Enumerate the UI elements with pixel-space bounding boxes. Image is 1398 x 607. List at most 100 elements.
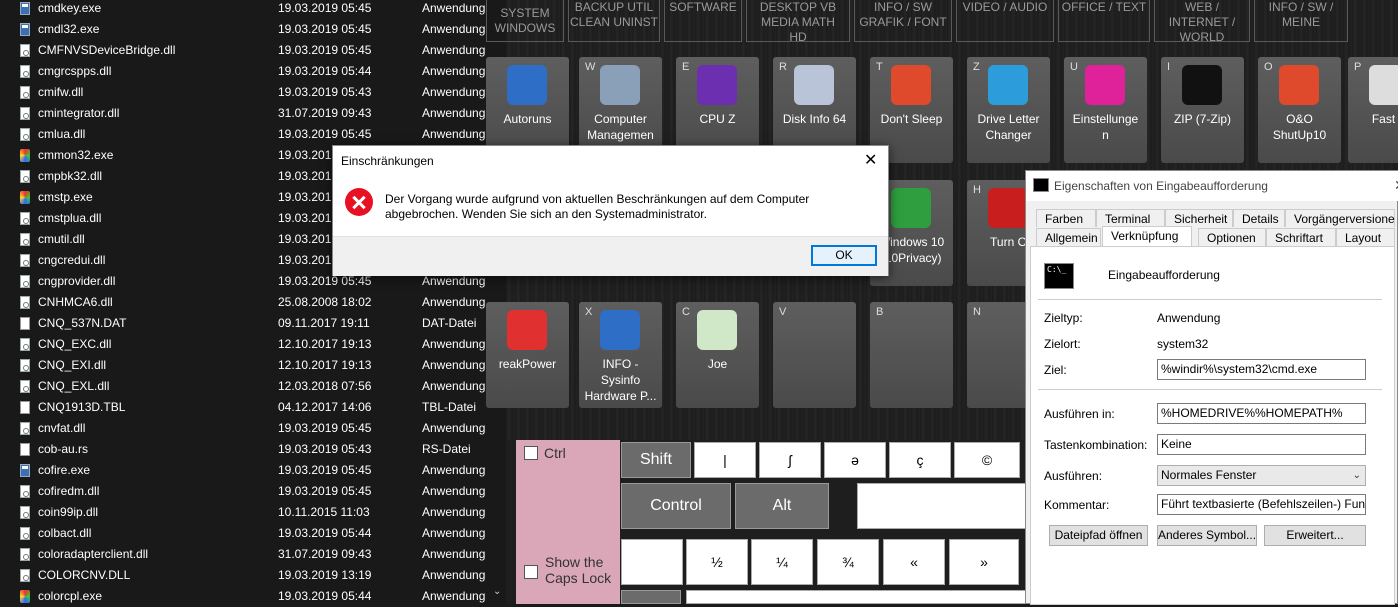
key-row4-1[interactable] bbox=[621, 590, 681, 604]
dll-icon bbox=[20, 170, 30, 183]
key-row1-5[interactable]: © bbox=[954, 442, 1020, 478]
launcher-tile[interactable]: V bbox=[773, 302, 856, 408]
ziel-input[interactable]: %windir%\system32\cmd.exe bbox=[1157, 359, 1366, 380]
zieltyp-value: Anwendung bbox=[1157, 311, 1221, 325]
file-row[interactable]: CMFNVSDeviceBridge.dll 19.03.2019 05:45 An… bbox=[0, 40, 490, 61]
tab-optionen[interactable]: Optionen bbox=[1198, 228, 1266, 246]
file-date: 19.03.2019 05:43 bbox=[278, 85, 372, 99]
file-date: 09.11.2017 19:11 bbox=[278, 316, 370, 330]
dont-sleep-icon bbox=[891, 65, 931, 105]
file-row[interactable]: cmdl32.exe 19.03.2019 05:45 Anwendung bbox=[0, 19, 490, 40]
file-row[interactable]: cmdkey.exe 19.03.2019 05:45 Anwendung bbox=[0, 0, 490, 19]
file-type: Anwendung bbox=[422, 1, 486, 15]
autoruns-icon bbox=[507, 65, 547, 105]
key-row3-1[interactable]: ½ bbox=[686, 539, 748, 585]
tab-vorgaengerversionen[interactable]: Vorgängerversionen bbox=[1285, 209, 1395, 227]
tab-terminal[interactable]: Terminal bbox=[1096, 209, 1165, 227]
file-row[interactable]: coloradapterclient.dll 31.07.2019 09:43 An… bbox=[0, 544, 490, 565]
category-tab[interactable]: INFO / SW / MEINE bbox=[1254, 0, 1348, 42]
file-row[interactable]: COLORCNV.DLL 19.03.2019 13:19 Anwendung bbox=[0, 565, 490, 586]
key-row3-2[interactable]: ¼ bbox=[751, 539, 813, 585]
ausfuehren-in-input[interactable]: %HOMEDRIVE%%HOMEPATH% bbox=[1157, 403, 1366, 424]
file-row[interactable]: cmlua.dll 19.03.2019 05:45 Anwendung bbox=[0, 124, 490, 145]
launcher-tile[interactable]: Z Drive Letter Changer bbox=[967, 57, 1050, 163]
ok-button[interactable]: OK bbox=[811, 245, 877, 266]
dateipfad-oeffnen-button[interactable]: Dateipfad öffnen bbox=[1049, 525, 1148, 546]
file-row[interactable]: CNQ_EXI.dll 12.10.2017 19:13 Anwendung bbox=[0, 355, 490, 376]
file-row[interactable]: cofiredm.dll 19.03.2019 05:45 Anwendung bbox=[0, 481, 490, 502]
key-control[interactable]: Control bbox=[621, 483, 731, 529]
tab-schriftart[interactable]: Schriftart bbox=[1266, 228, 1336, 246]
key-row1-1[interactable]: | bbox=[694, 442, 756, 478]
separator bbox=[1038, 389, 1382, 390]
file-row[interactable]: cmgrcspps.dll 19.03.2019 05:44 Anwendung bbox=[0, 61, 490, 82]
tab-farben[interactable]: Farben bbox=[1036, 209, 1096, 227]
category-tab[interactable]: SYSTEM WINDOWS bbox=[486, 0, 564, 42]
file-row[interactable]: cmifw.dll 19.03.2019 05:43 Anwendung bbox=[0, 82, 490, 103]
caps-lock-checkbox[interactable] bbox=[524, 565, 538, 579]
launcher-tile[interactable]: reakPower bbox=[486, 302, 569, 408]
key-row3-3[interactable]: ¾ bbox=[817, 539, 879, 585]
dialog-close-icon[interactable]: ✕ bbox=[864, 150, 877, 170]
scroll-down-arrow-icon[interactable]: ⌄ bbox=[493, 586, 501, 597]
launcher-tile[interactable]: X INFO - Sysinfo Hardware P... bbox=[579, 302, 662, 408]
windows-logo-icon bbox=[507, 310, 547, 350]
file-name: cmdkey.exe bbox=[38, 1, 102, 15]
anderes-symbol-button[interactable]: Anderes Symbol... bbox=[1157, 525, 1257, 546]
category-tab[interactable]: OFFICE / TEXT bbox=[1058, 0, 1150, 42]
file-date: 12.10.2017 19:13 bbox=[278, 337, 372, 351]
launcher-tile[interactable]: U Einstellunge n bbox=[1064, 57, 1147, 163]
kommentar-input[interactable]: Führt textbasierte (Befehlszeilen-) Funk… bbox=[1157, 494, 1366, 515]
key-alt[interactable]: Alt bbox=[735, 483, 829, 529]
ausfuehren-select[interactable]: Normales Fenster ⌄ bbox=[1157, 465, 1366, 486]
file-row[interactable]: colbact.dll 19.03.2019 05:44 Anwendung bbox=[0, 523, 490, 544]
key-row4-2[interactable] bbox=[686, 590, 1026, 604]
tab-layout[interactable]: Layout bbox=[1336, 228, 1395, 246]
launcher-tile[interactable]: B bbox=[870, 302, 953, 408]
launcher-tile[interactable]: P Fast C bbox=[1348, 57, 1398, 163]
file-type: Anwendung bbox=[422, 127, 486, 141]
category-tab[interactable]: BACKUP UTIL CLEAN UNINST bbox=[568, 0, 660, 42]
tab-details[interactable]: Details bbox=[1233, 209, 1285, 227]
tile-hotkey: U bbox=[1070, 61, 1078, 73]
launcher-tile[interactable]: I ZIP (7-Zip) bbox=[1161, 57, 1244, 163]
file-type: Anwendung bbox=[422, 64, 486, 78]
key-row3-4[interactable]: « bbox=[883, 539, 945, 585]
file-row[interactable]: CNQ1913D.TBL 04.12.2017 14:06 TBL-Datei bbox=[0, 397, 490, 418]
ctrl-checkbox-label: Ctrl bbox=[544, 445, 566, 461]
tastenkombination-input[interactable]: Keine bbox=[1157, 434, 1366, 455]
category-tab[interactable]: DESKTOP VB MEDIA MATH HD bbox=[746, 0, 850, 42]
launcher-tile[interactable]: C Joe bbox=[676, 302, 759, 408]
file-date: 19.03.2019 13:19 bbox=[278, 568, 372, 582]
file-row[interactable]: cob-au.rs 19.03.2019 05:43 RS-Datei bbox=[0, 439, 490, 460]
properties-close-icon[interactable]: ✕ bbox=[1394, 177, 1398, 194]
file-row[interactable]: cnvfat.dll 19.03.2019 05:45 Anwendung bbox=[0, 418, 490, 439]
key-row1-4[interactable]: ç bbox=[889, 442, 951, 478]
key-row1-2[interactable]: ʃ bbox=[759, 442, 821, 478]
category-tab[interactable]: WEB / INTERNET / WORLD bbox=[1154, 0, 1250, 42]
cmd-icon bbox=[1033, 178, 1049, 192]
key-row3-5[interactable]: » bbox=[949, 539, 1019, 585]
category-tab[interactable]: SOFTWARE bbox=[664, 0, 742, 42]
tab-verknuepfung[interactable]: Verknüpfung bbox=[1102, 226, 1192, 247]
separator bbox=[1038, 299, 1382, 300]
file-row[interactable]: CNQ_EXC.dll 12.10.2017 19:13 Anwendung bbox=[0, 334, 490, 355]
key-row1-3[interactable]: ə bbox=[824, 442, 886, 478]
file-row[interactable]: CNQ_537N.DAT 09.11.2017 19:11 DAT-Datei bbox=[0, 313, 490, 334]
file-row[interactable]: CNHMCA6.dll 25.08.2008 18:02 Anwendung bbox=[0, 292, 490, 313]
category-tab[interactable]: INFO / SW GRAFIK / FONT bbox=[854, 0, 952, 42]
file-row[interactable]: coin99ip.dll 10.11.2015 11:03 Anwendung bbox=[0, 502, 490, 523]
file-row[interactable]: cofire.exe 19.03.2019 05:45 Anwendung bbox=[0, 460, 490, 481]
tab-sicherheit[interactable]: Sicherheit bbox=[1165, 209, 1233, 227]
key-shift[interactable]: Shift bbox=[621, 442, 691, 478]
file-row[interactable]: CNQ_EXL.dll 12.03.2018 07:56 Anwendung bbox=[0, 376, 490, 397]
file-row[interactable]: cmintegrator.dll 31.07.2019 09:43 Anwendun… bbox=[0, 103, 490, 124]
launcher-tile[interactable]: O O&O ShutUp10 bbox=[1258, 57, 1341, 163]
category-tab[interactable]: VIDEO / AUDIO bbox=[956, 0, 1054, 42]
file-name: CNQ1913D.TBL bbox=[38, 400, 126, 414]
erweitert-button[interactable]: Erweitert... bbox=[1264, 525, 1366, 546]
ctrl-checkbox[interactable] bbox=[524, 446, 538, 460]
tab-allgemein[interactable]: Allgemein bbox=[1036, 228, 1101, 246]
key-row3-blank[interactable] bbox=[621, 539, 683, 585]
key-space[interactable] bbox=[857, 483, 1027, 529]
